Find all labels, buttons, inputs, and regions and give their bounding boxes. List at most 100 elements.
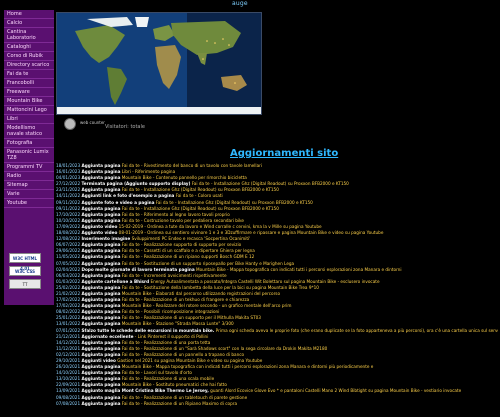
update-link[interactable]: Fai da te - Installazione Ghz (Digital R… [190, 181, 349, 186]
update-date: 17/02/2022 [56, 297, 81, 303]
update-action: Dopo molte giornate di lavoro terminata … [81, 266, 195, 272]
sidebar-item-fotografia[interactable]: Fotografia [4, 139, 54, 148]
update-action: Aggiunti link e foto d'esempio a pagina [81, 193, 175, 199]
sidebar-item-youtube[interactable]: Youtube [4, 199, 54, 208]
update-link[interactable]: Fai da te - Sostituzione di un supporto … [120, 261, 294, 266]
sidebar-item-sitemap[interactable]: Sitemap [4, 181, 54, 190]
update-link[interactable]: Fai da te - Realizzazione di una porta t… [120, 340, 211, 345]
update-action: Aggiunta pagina [81, 248, 121, 254]
updates-log: 18/01/2023 Aggiunta pagina Fai da te - R… [56, 163, 498, 417]
update-date: 29/06/2022 [56, 248, 81, 254]
update-link[interactable]: Fai da te - Realizzazione di un Ripiano … [120, 401, 237, 406]
sidebar-item-modellismo-navale-statico[interactable]: Modellismo navale statico [4, 124, 54, 139]
sidebar-item-varie[interactable]: Varie [4, 190, 54, 199]
update-link[interactable]: Fai da te - Realizzazione di un tekhuo d… [120, 297, 249, 302]
web-counter-label: web counter [80, 120, 105, 125]
update-link[interactable]: Mountain Bike - Mappa topografica con in… [195, 267, 402, 272]
update-action: Aggiunta pagina [81, 370, 121, 376]
w3c-css-badge[interactable]: W3C CSS [9, 266, 41, 276]
update-link[interactable]: Fai da te - Riferimento al legno lavoro … [120, 212, 230, 217]
update-link[interactable]: guanti Alord Ecovice Glove Evo * e panta… [209, 388, 461, 393]
update-action: Aggiunta pagina [81, 217, 121, 223]
update-link[interactable]: Prima ogni scheda aveva le proprie foto … [214, 328, 498, 333]
update-action: Aggiunta pagina [81, 309, 121, 315]
update-date: 17/02/2022 [56, 303, 81, 309]
update-link[interactable]: Fai da te - Incrementi avvicimenti rispe… [120, 273, 227, 278]
update-link[interactable]: Gastion nel 2021 su pagina Mountain Bike… [116, 358, 262, 363]
update-link[interactable]: Fai da te - Rivestimento del banco di un… [120, 163, 262, 168]
update-date: 25/01/2022 [56, 315, 81, 321]
update-link[interactable]: 15-02-2019 - Ordinea a tute da lavoro e … [117, 224, 322, 229]
sidebar-item-freeware[interactable]: Freeware [4, 88, 54, 97]
update-link[interactable]: Fai da te - Coloro usati [174, 193, 223, 198]
update-link[interactable]: Fai da te - Costruzione tavolo per pedal… [120, 218, 244, 223]
update-action: Aggiunte foto e video a pagina [81, 199, 155, 205]
sidebar-item-fai-da-te[interactable]: Fai da te [4, 70, 54, 79]
update-link[interactable]: Energy Autoalimentata a possato/Integra … [149, 279, 379, 284]
sidebar-item-programmi-tv[interactable]: Programmi TV [4, 163, 54, 172]
update-link[interactable]: Libri - Riferimento pagina [120, 169, 175, 174]
update-link[interactable]: Fai da te - Lavori sul tavolo d'orto [120, 370, 192, 375]
update-link[interactable]: Fai da te - Realizzazione di un pannello… [120, 352, 244, 357]
update-date: 21/02/2022 [56, 290, 81, 296]
w3c-html-badge[interactable]: W3C HTML 4.01 [9, 253, 41, 271]
sidebar-item-cantina-laboratorio[interactable]: Cantina Laboratorio [4, 28, 54, 43]
update-action: Aggiunta pagina [81, 400, 121, 406]
update-link[interactable]: Fai da te - Installazione Ghz (Digital R… [154, 200, 313, 205]
update-date: 14/10/2021 [56, 370, 81, 376]
update-link[interactable]: Mountain Bike - Realizzare del rotore se… [120, 303, 292, 308]
update-link[interactable]: - Link Pinterest il supporto di Pollini [133, 334, 209, 339]
update-link[interactable]: Fai da te - Sostituzione della lambetta … [120, 285, 319, 290]
update-action: Aggiunta pagina [81, 382, 121, 388]
update-action: Sfalzo tutte le schede delle escursioni … [81, 327, 215, 333]
update-link[interactable]: Fai da te - Possibili ricomposizione int… [120, 309, 220, 314]
update-link[interactable]: Fai da te - Realizzazione di un "Sarà Sh… [120, 346, 328, 351]
sidebar-item-mattoncini-lego[interactable]: Mattoncini Lego [4, 106, 54, 115]
update-action: Aggiunta pagina [81, 376, 121, 382]
map-caption: Visitatori: totale [105, 124, 145, 130]
update-link[interactable]: Fai da te - Realizzazione supporto di su… [120, 242, 241, 247]
update-date: 14/11/2022 [56, 193, 81, 199]
update-link[interactable]: Mountain Bike - Contenuto pannello per r… [120, 175, 247, 180]
update-date: 23/11/2022 [56, 187, 81, 193]
update-action: Aggiunta pagina [81, 339, 121, 345]
update-link[interactable]: Fai da te - Cassetti di un scaffalo e a … [120, 248, 255, 253]
update-link[interactable]: Fai da te - Realizzazione di una scala m… [120, 376, 214, 381]
sidebar-item-home[interactable]: Home [4, 10, 54, 19]
update-date: 09/11/2022 [56, 205, 81, 211]
update-action: Aggiunta pagina [81, 284, 121, 290]
update-row: 07/08/2021 Aggiunta pagina Fai da te - R… [56, 401, 498, 407]
sidebar-item-directory-scarico[interactable]: Directory scarico [4, 61, 54, 70]
sidebar-item-radio[interactable]: Radio [4, 172, 54, 181]
update-link[interactable]: Mountain Bike - Sostituto pneumatici che… [120, 382, 227, 387]
update-link[interactable]: Sviluppimenti PC Endeo e recasca 'Socper… [130, 236, 251, 241]
sidebar-item-libri[interactable]: Libri [4, 115, 54, 124]
update-link[interactable]: 08-01-2019 - Ordinea sui sentiero vivino… [117, 230, 384, 235]
tt-badge[interactable]: TT [9, 279, 41, 289]
sidebar-item-calcio[interactable]: Calcio [4, 19, 54, 28]
update-date: 08/02/2022 [56, 309, 81, 315]
update-link[interactable]: Fai da te - Realizzazione di un ripiano … [120, 254, 254, 259]
update-link[interactable]: Mountain Bike - Stazione "Strada Massa L… [120, 321, 234, 326]
update-action: Aggiunto video [81, 230, 118, 236]
update-action: Aggiunta pagina [81, 351, 121, 357]
update-action: Aggiunta pagina [81, 297, 121, 303]
update-date: 06/07/2022 [56, 242, 81, 248]
update-action: Aggiunta pagina [81, 205, 121, 211]
update-link[interactable]: Fai da te - Installazione Ghz (Digital R… [120, 187, 279, 192]
update-link[interactable]: Mountain Bike - Mappa topografica con in… [120, 364, 374, 369]
sidebar-item-corso-di-rubik[interactable]: Corso di Rubik [4, 52, 54, 61]
update-link[interactable]: Fai da te - Installazione Ghz (Digital R… [120, 206, 279, 211]
sidebar-item-panasonic-lumix-tz8[interactable]: Panasonic Lumix TZ8 [4, 148, 54, 163]
update-link[interactable]: Fai da te - Realizzazione di un supporto… [120, 315, 261, 320]
update-action: Aggiunta pagina [81, 364, 121, 370]
update-action: Terminata pagina (Aggiunto supporto disp… [81, 181, 191, 187]
update-link[interactable]: Mountain Bike - Elaborati dal percorso u… [120, 291, 280, 296]
sidebar-item-cataloghi[interactable]: Cataloghi [4, 43, 54, 52]
update-link[interactable]: Fai da te - Realizzazione di un tabletou… [120, 395, 247, 400]
update-date: 07/08/2021 [56, 400, 81, 406]
sidebar-item-francobolli[interactable]: Francobolli [4, 79, 54, 88]
update-date: 26/10/2021 [56, 364, 81, 370]
sidebar-item-mountain-bike[interactable]: Mountain Bike [4, 97, 54, 106]
update-date: 18/08/2022 [56, 230, 81, 236]
